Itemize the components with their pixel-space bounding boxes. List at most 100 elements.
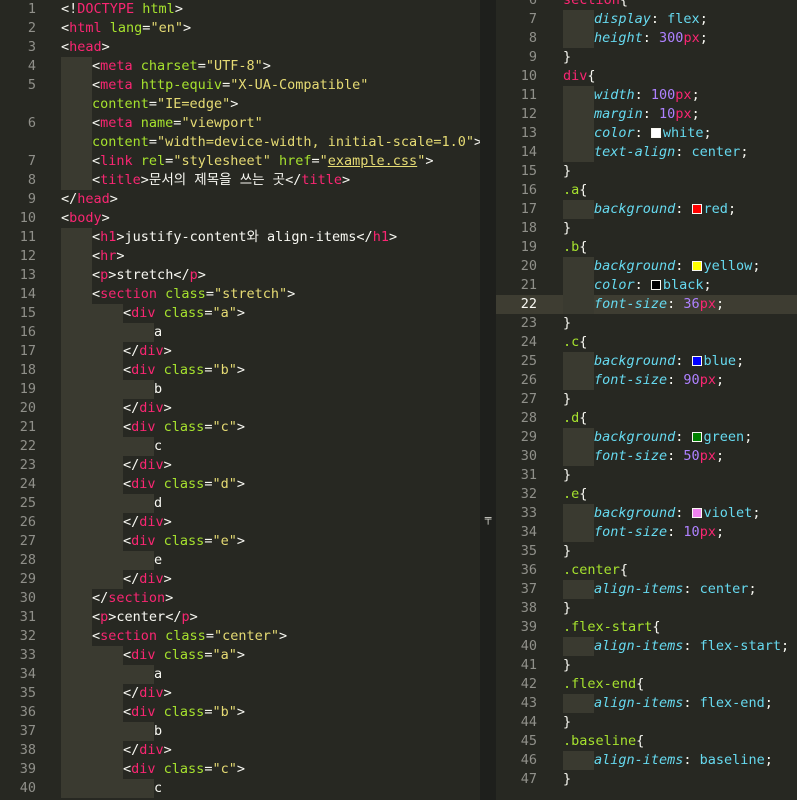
code-line[interactable]: 26 </div> <box>0 513 480 532</box>
code-token: body <box>69 210 102 226</box>
code-line[interactable]: 29 background: green; <box>496 428 797 447</box>
code-line[interactable]: 16 a <box>0 323 480 342</box>
code-line[interactable]: 3 <head> <box>0 38 480 57</box>
code-line[interactable]: 13 color: white; <box>496 124 797 143</box>
code-line[interactable]: 12 <hr> <box>0 247 480 266</box>
code-line[interactable]: 35} <box>496 542 797 561</box>
code-line[interactable]: 4 <meta charset="UTF-8"> <box>0 57 480 76</box>
code-line[interactable]: 19 .b{ <box>496 238 797 257</box>
code-line[interactable]: content="IE=edge"> <box>0 95 480 114</box>
code-token: div <box>131 647 156 663</box>
code-line[interactable]: 40 align-items: flex-start; <box>496 637 797 656</box>
code-line[interactable]: 24 .c{ <box>496 333 797 352</box>
code-line[interactable]: 18} <box>496 219 797 238</box>
code-line[interactable]: 28 .d{ <box>496 409 797 428</box>
code-line[interactable]: 21 color: black; <box>496 276 797 295</box>
code-token: ; <box>727 201 737 217</box>
code-line[interactable]: 9 </head> <box>0 190 480 209</box>
indent-guide <box>563 10 594 29</box>
split-handle-icon[interactable]: ╤ <box>481 513 495 524</box>
code-line[interactable]: 38} <box>496 599 797 618</box>
code-line[interactable]: content="width=device-width, initial-sca… <box>0 133 480 152</box>
code-line[interactable]: 41} <box>496 656 797 675</box>
code-line[interactable]: 39 .flex-start{ <box>496 618 797 637</box>
code-line[interactable]: 6 <meta name="viewport" <box>0 114 480 133</box>
code-line[interactable]: 36 .center{ <box>496 561 797 580</box>
line-number: 37 <box>19 723 36 739</box>
code-token: h1 <box>100 229 117 245</box>
code-line[interactable]: 37 align-items: center; <box>496 580 797 599</box>
code-line[interactable]: 8 height: 300px; <box>496 29 797 48</box>
code-line[interactable]: 6 section{ <box>496 0 797 10</box>
code-line[interactable]: 25 d <box>0 494 480 513</box>
code-line[interactable]: 32 <section class="center"> <box>0 627 480 646</box>
indent-guide <box>61 323 92 342</box>
code-line[interactable]: 23} <box>496 314 797 333</box>
code-line[interactable]: 5 <meta http-equiv="X-UA-Compatible" <box>0 76 480 95</box>
pane-divider[interactable] <box>480 0 496 800</box>
css-code-lines[interactable]: 6 section{7 display: flex; 8 height: 300px; 9… <box>496 0 797 789</box>
code-line[interactable]: 19 b <box>0 380 480 399</box>
code-line[interactable]: 7 display: flex; <box>496 10 797 29</box>
code-line[interactable]: 21 <div class="c"> <box>0 418 480 437</box>
code-line[interactable]: 25 background: blue; <box>496 352 797 371</box>
code-line[interactable]: 7 <link rel="stylesheet" href="example.cs… <box>0 152 480 171</box>
code-line[interactable]: 13 <p>stretch</p> <box>0 266 480 285</box>
code-line[interactable]: 9} <box>496 48 797 67</box>
code-line[interactable]: 33 background: violet; <box>496 504 797 523</box>
code-line[interactable]: 15} <box>496 162 797 181</box>
html-editor-pane[interactable]: 1 <!DOCTYPE html> 2 <html lang="en"> 3 <head>… <box>0 0 480 800</box>
code-line[interactable]: 10 div{ <box>496 67 797 86</box>
code-line[interactable]: 20 background: yellow; <box>496 257 797 276</box>
code-line[interactable]: 14 text-align: center; <box>496 143 797 162</box>
code-line[interactable]: 29 </div> <box>0 570 480 589</box>
code-line[interactable]: 26 font-size: 90px; <box>496 371 797 390</box>
code-line[interactable]: 22 font-size: 36px; <box>496 295 797 314</box>
css-editor-pane[interactable]: 6 section{7 display: flex; 8 height: 300px; 9… <box>496 0 797 800</box>
code-line[interactable]: 33 <div class="a"> <box>0 646 480 665</box>
code-line[interactable]: 30 </section> <box>0 589 480 608</box>
code-line[interactable]: 31 <p>center</p> <box>0 608 480 627</box>
code-line[interactable]: 15 <div class="a"> <box>0 304 480 323</box>
code-line[interactable]: 16 .a{ <box>496 181 797 200</box>
code-line[interactable]: 42 .flex-end{ <box>496 675 797 694</box>
code-line[interactable]: 43 align-items: flex-end; <box>496 694 797 713</box>
code-line[interactable]: 1 <!DOCTYPE html> <box>0 0 480 19</box>
code-line[interactable]: 18 <div class="b"> <box>0 361 480 380</box>
code-line[interactable]: 40 c <box>0 779 480 798</box>
code-line[interactable]: 32 .e{ <box>496 485 797 504</box>
code-line[interactable]: 22 c <box>0 437 480 456</box>
code-line[interactable]: 44} <box>496 713 797 732</box>
code-line[interactable]: 38 </div> <box>0 741 480 760</box>
code-line[interactable]: 28 e <box>0 551 480 570</box>
code-line[interactable]: 2 <html lang="en"> <box>0 19 480 38</box>
code-line[interactable]: 17 background: red; <box>496 200 797 219</box>
indent-guide <box>563 580 594 599</box>
code-line[interactable]: 14 <section class="stretch"> <box>0 285 480 304</box>
code-line[interactable]: 34 font-size: 10px; <box>496 523 797 542</box>
code-line[interactable]: 46 align-items: baseline; <box>496 751 797 770</box>
code-line[interactable]: 12 margin: 10px; <box>496 105 797 124</box>
code-line[interactable]: 23 </div> <box>0 456 480 475</box>
code-line[interactable]: 30 font-size: 50px; <box>496 447 797 466</box>
code-line[interactable]: 37 b <box>0 722 480 741</box>
code-line[interactable]: 45 .baseline{ <box>496 732 797 751</box>
code-line[interactable]: 17 </div> <box>0 342 480 361</box>
html-code-lines[interactable]: 1 <!DOCTYPE html> 2 <html lang="en"> 3 <head>… <box>0 0 480 798</box>
indent-guide <box>563 143 594 162</box>
indent-guide <box>92 456 123 475</box>
code-line[interactable]: 31} <box>496 466 797 485</box>
code-line[interactable]: 10 <body> <box>0 209 480 228</box>
code-line[interactable]: 20 </div> <box>0 399 480 418</box>
code-line[interactable]: 27} <box>496 390 797 409</box>
code-line[interactable]: 34 a <box>0 665 480 684</box>
code-line[interactable]: 11 <h1>justify-content와 align-items</h1> <box>0 228 480 247</box>
code-line[interactable]: 35 </div> <box>0 684 480 703</box>
code-line[interactable]: 11 width: 100px; <box>496 86 797 105</box>
code-line[interactable]: 27 <div class="e"> <box>0 532 480 551</box>
code-line[interactable]: 36 <div class="b"> <box>0 703 480 722</box>
code-line[interactable]: 8 <title>문서의 제목을 쓰는 곳</title> <box>0 171 480 190</box>
code-line[interactable]: 47} <box>496 770 797 789</box>
code-line[interactable]: 24 <div class="d"> <box>0 475 480 494</box>
code-line[interactable]: 39 <div class="c"> <box>0 760 480 779</box>
